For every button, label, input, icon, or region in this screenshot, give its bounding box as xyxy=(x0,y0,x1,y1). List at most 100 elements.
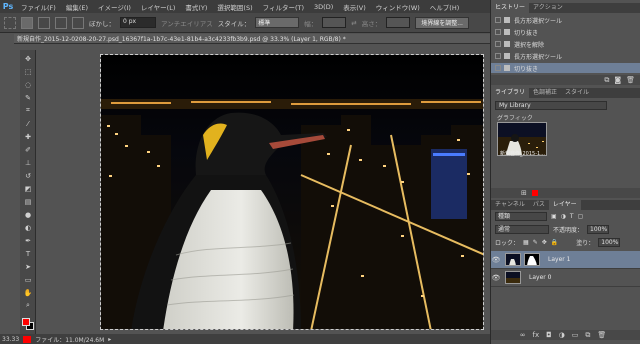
lock-position-icon[interactable]: ✥ xyxy=(542,239,547,246)
menu-layer[interactable]: レイヤー(L) xyxy=(136,2,181,12)
shape-tool-icon[interactable]: ▭ xyxy=(23,275,33,284)
lasso-tool-icon[interactable]: ◌ xyxy=(23,80,33,89)
history-checkbox[interactable] xyxy=(495,17,501,23)
history-item[interactable]: 切り抜き xyxy=(491,27,640,37)
tab-libraries[interactable]: ライブラリ xyxy=(491,88,530,98)
tab-adjustments[interactable]: 色調補正 xyxy=(529,88,561,98)
add-graphic-icon[interactable]: ⊞ xyxy=(521,189,527,197)
visibility-eye-icon[interactable]: 👁 xyxy=(491,274,501,282)
new-layer-icon[interactable]: ⧉ xyxy=(585,331,590,340)
canvas-area[interactable] xyxy=(36,44,490,334)
adjustment-layer-icon[interactable]: ◑ xyxy=(559,331,565,339)
clone-stamp-tool-icon[interactable]: ⊥ xyxy=(23,158,33,167)
history-item-selected[interactable]: 切り抜き xyxy=(491,63,640,73)
antialias-checkbox[interactable]: アンチエイリアス xyxy=(161,18,213,28)
add-selection-icon[interactable] xyxy=(38,16,50,29)
file-size-info[interactable]: ファイル：11.0M/24.6M xyxy=(35,335,104,344)
type-tool-icon[interactable]: T xyxy=(23,249,33,258)
document-canvas[interactable] xyxy=(100,54,484,330)
lock-paint-icon[interactable]: ✎ xyxy=(533,239,538,246)
status-arrow-icon[interactable]: ▸ xyxy=(108,336,111,343)
trash-icon[interactable]: 🗑 xyxy=(597,331,606,339)
height-input[interactable] xyxy=(386,17,411,28)
subtract-selection-icon[interactable] xyxy=(55,16,67,29)
filter-shape-icon[interactable]: ▢ xyxy=(578,213,584,220)
eraser-tool-icon[interactable]: ◩ xyxy=(23,184,33,193)
layer-kind-filter[interactable]: 種類 xyxy=(495,212,547,221)
swap-icon[interactable]: ⇄ xyxy=(351,19,356,27)
tab-layers[interactable]: レイヤー xyxy=(548,200,581,210)
link-layers-icon[interactable]: ∞ xyxy=(520,331,526,339)
new-group-icon[interactable]: ▭ xyxy=(572,331,579,339)
blur-tool-icon[interactable]: ● xyxy=(23,210,33,219)
width-input[interactable] xyxy=(322,17,347,28)
layer-row-selected[interactable]: 👁 Layer 1 xyxy=(491,251,640,269)
layer-thumbnail[interactable] xyxy=(505,253,521,266)
menu-select[interactable]: 選択範囲(S) xyxy=(212,2,257,12)
path-select-tool-icon[interactable]: ➤ xyxy=(23,262,33,271)
history-item[interactable]: 選択を解除 xyxy=(491,39,640,49)
color-chip-icon[interactable] xyxy=(531,190,538,196)
filter-adjust-icon[interactable]: ◑ xyxy=(561,213,566,220)
marquee-tool-icon[interactable] xyxy=(4,16,16,29)
menu-edit[interactable]: 編集(E) xyxy=(61,2,93,12)
history-checkbox[interactable] xyxy=(495,29,501,35)
brush-tool-icon[interactable]: ✐ xyxy=(23,145,33,154)
layer-thumbnail[interactable] xyxy=(505,271,521,284)
filter-pixel-icon[interactable]: ▣ xyxy=(551,213,557,220)
blend-mode-select[interactable]: 通常 xyxy=(495,225,549,234)
feather-input[interactable]: 0 px xyxy=(120,17,156,28)
layer-mask-thumbnail[interactable] xyxy=(524,253,540,266)
layer-row[interactable]: 👁 Layer 0 xyxy=(491,269,640,287)
menu-view[interactable]: 表示(V) xyxy=(338,2,371,12)
style-select[interactable]: 標準 xyxy=(255,17,300,28)
menu-image[interactable]: イメージ(I) xyxy=(93,2,136,12)
pen-tool-icon[interactable]: ✒ xyxy=(23,236,33,245)
lock-all-icon[interactable]: 🔒 xyxy=(551,239,558,246)
lock-pixels-icon[interactable]: ▦ xyxy=(523,239,529,246)
layer-name[interactable]: Layer 1 xyxy=(548,256,570,263)
crop-tool-icon[interactable]: ⌗ xyxy=(23,106,33,115)
tab-actions[interactable]: アクション xyxy=(529,3,567,13)
opacity-input[interactable]: 100% xyxy=(587,225,610,234)
history-item[interactable]: 長方形選択ツール xyxy=(491,51,640,61)
menu-help[interactable]: ヘルプ(H) xyxy=(425,2,464,12)
snapshot-icon[interactable]: ◙ xyxy=(614,76,621,84)
history-checkbox[interactable] xyxy=(495,65,501,71)
menu-file[interactable]: ファイル(F) xyxy=(16,2,61,12)
quick-select-tool-icon[interactable]: ✎ xyxy=(23,93,33,102)
history-checkbox[interactable] xyxy=(495,53,501,59)
history-item[interactable]: 長方形選択ツール xyxy=(491,15,640,25)
dodge-tool-icon[interactable]: ◐ xyxy=(23,223,33,232)
new-selection-icon[interactable] xyxy=(21,16,33,29)
tab-history[interactable]: ヒストリー xyxy=(491,3,530,13)
new-document-icon[interactable]: ⧉ xyxy=(604,76,609,85)
tab-paths[interactable]: パス xyxy=(529,200,549,210)
layer-name[interactable]: Layer 0 xyxy=(529,274,551,281)
visibility-eye-icon[interactable]: 👁 xyxy=(491,256,501,264)
trash-icon[interactable]: 🗑 xyxy=(626,76,635,84)
marquee-tool-icon[interactable]: ⬚ xyxy=(23,67,33,76)
menu-window[interactable]: ウィンドウ(W) xyxy=(371,2,425,12)
zoom-level[interactable]: 33.33 xyxy=(2,336,19,343)
gradient-tool-icon[interactable]: ▤ xyxy=(23,197,33,206)
history-brush-tool-icon[interactable]: ↺ xyxy=(23,171,33,180)
document-tab[interactable]: 新規自作_2015-12-0208-20-27.psd_16367f1a-1b7… xyxy=(14,34,490,44)
menu-type[interactable]: 書式(Y) xyxy=(180,2,212,12)
move-tool-icon[interactable]: ✥ xyxy=(23,54,33,63)
refine-edge-button[interactable]: 境界線を調整... xyxy=(415,16,469,29)
filter-type-icon[interactable]: T xyxy=(570,213,574,220)
library-select[interactable]: My Library xyxy=(495,101,607,110)
healing-brush-tool-icon[interactable]: ✚ xyxy=(23,132,33,141)
fill-input[interactable]: 100% xyxy=(598,238,621,247)
tab-styles[interactable]: スタイル xyxy=(561,88,593,98)
tab-channels[interactable]: チャンネル xyxy=(491,200,529,210)
zoom-tool-icon[interactable]: ⌕ xyxy=(23,301,33,310)
add-mask-icon[interactable]: ◘ xyxy=(546,331,552,339)
eyedropper-tool-icon[interactable]: ⁄ xyxy=(23,119,33,128)
layer-style-icon[interactable]: fx xyxy=(533,331,540,339)
menu-filter[interactable]: フィルター(T) xyxy=(258,2,309,12)
menu-3d[interactable]: 3D(D) xyxy=(309,3,338,11)
foreground-color-swatch[interactable] xyxy=(22,318,30,326)
hand-tool-icon[interactable]: ✋ xyxy=(23,288,33,297)
